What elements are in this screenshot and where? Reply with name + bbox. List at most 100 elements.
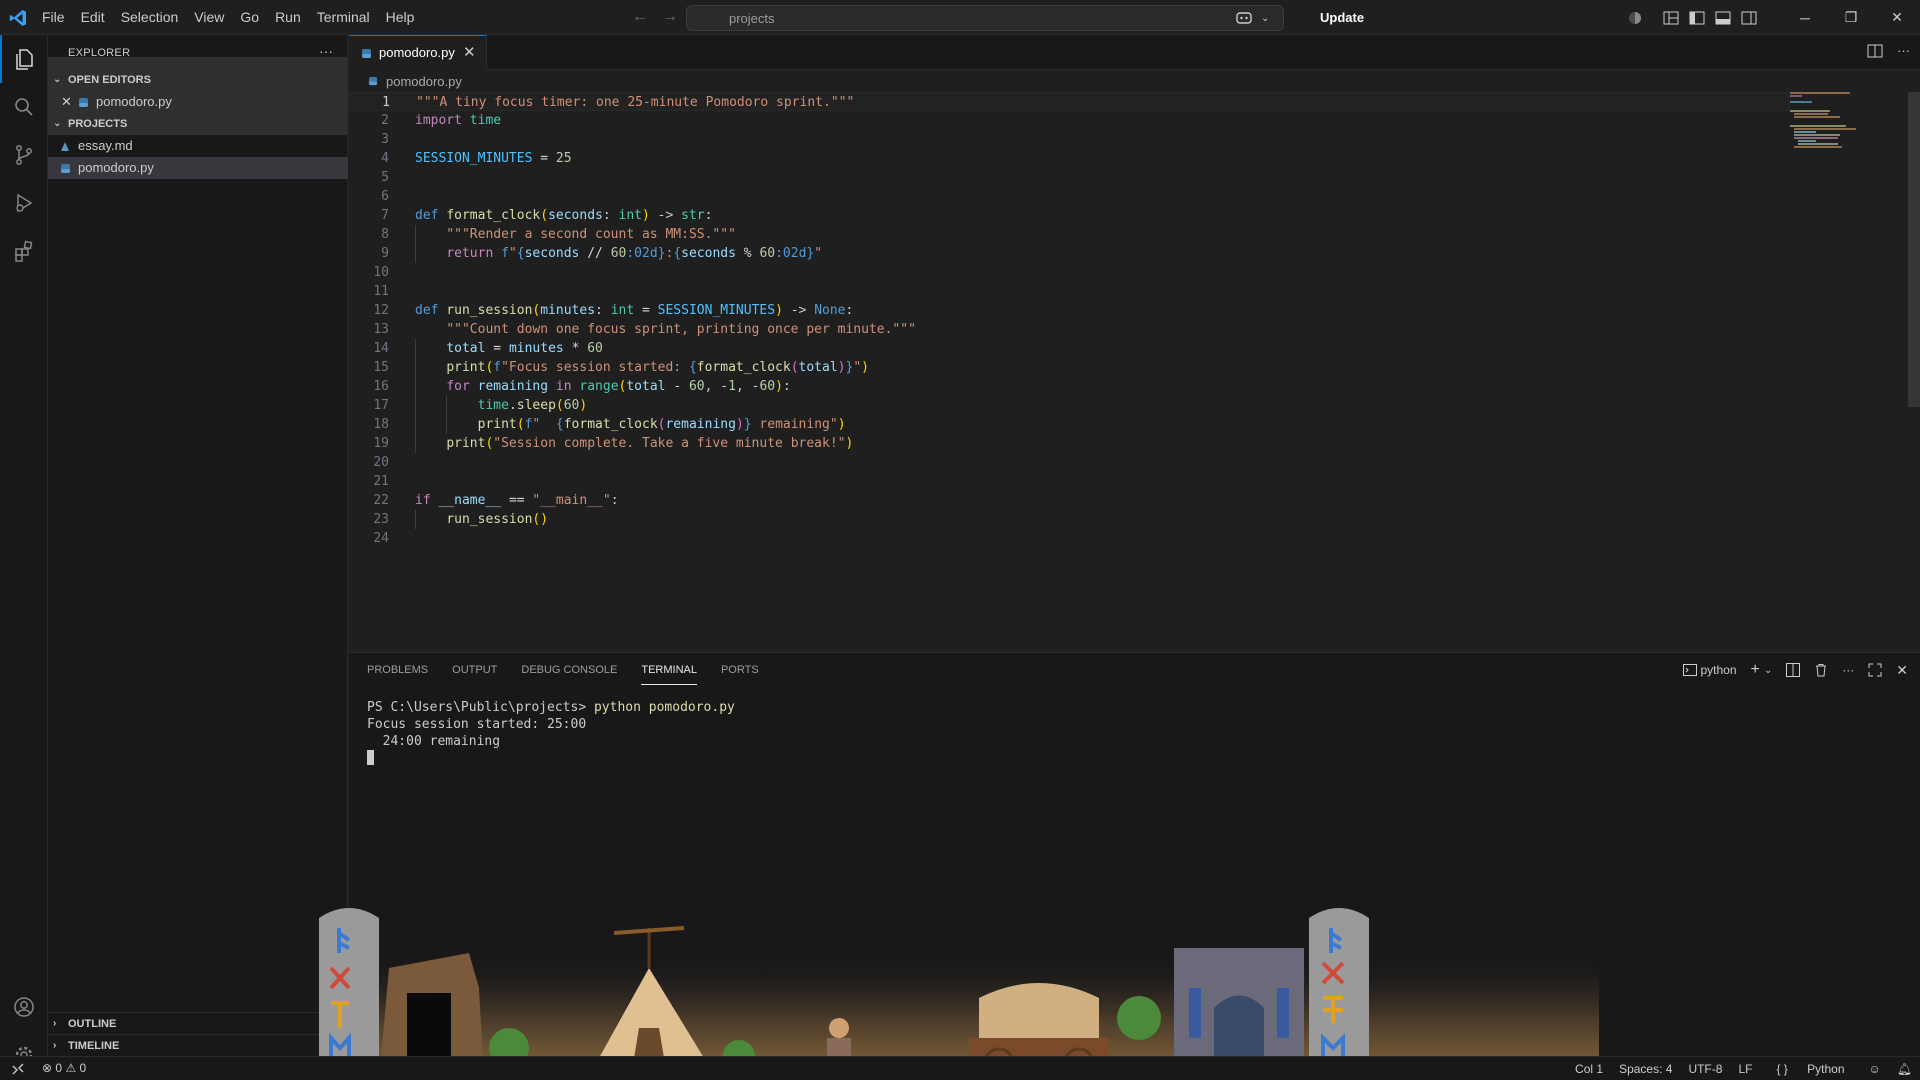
line-number: 3	[381, 132, 389, 147]
accounts-profile-icon[interactable]	[1622, 0, 1648, 35]
search-icon[interactable]	[0, 83, 48, 131]
run-debug-icon[interactable]	[0, 179, 48, 227]
terminal-line: PS C:\Users\Public\projects> python pomo…	[367, 699, 735, 716]
extensions-icon[interactable]	[0, 227, 48, 275]
tab-close-icon[interactable]: ✕	[463, 43, 476, 61]
accounts-icon[interactable]	[0, 983, 48, 1031]
terminal-output[interactable]: PS C:\Users\Public\projects> python pomo…	[367, 699, 735, 768]
line-number: 14	[373, 341, 389, 356]
split-terminal-icon[interactable]	[1786, 663, 1801, 677]
menu-go[interactable]: Go	[232, 0, 267, 35]
split-editor-icon[interactable]	[1867, 43, 1883, 59]
runestone-right	[1309, 908, 1369, 1080]
remote-indicator[interactable]	[0, 1057, 36, 1080]
editor-tabs: pomodoro.py ✕ ···	[349, 35, 1920, 70]
copilot-status-icon[interactable]: ☺	[1861, 1062, 1889, 1076]
editor-scrollbar[interactable]	[1908, 92, 1920, 407]
code-line: 2 import time	[349, 111, 1789, 130]
tab-debug-console[interactable]: DEBUG CONSOLE	[521, 653, 617, 688]
breadcrumb-item[interactable]: pomodoro.py	[386, 74, 462, 89]
line-number: 11	[373, 284, 389, 299]
code-line: 3	[349, 130, 1789, 149]
chevron-down-icon[interactable]: ⌄	[1261, 13, 1269, 24]
customize-layout-icon[interactable]	[1658, 0, 1684, 35]
line-number: 24	[373, 531, 389, 546]
notifications-bell-icon[interactable]: 🔔︎	[1889, 1062, 1920, 1076]
indentation[interactable]: Spaces: 4	[1611, 1062, 1680, 1076]
code-text: import time	[415, 113, 502, 128]
encoding[interactable]: UTF-8	[1680, 1062, 1730, 1076]
open-editor-label: pomodoro.py	[96, 94, 172, 109]
menu-selection[interactable]: Selection	[113, 0, 187, 35]
menu-view[interactable]: View	[186, 0, 232, 35]
open-editors-header[interactable]: ⌄ OPEN EDITORS	[48, 69, 348, 91]
command-center[interactable]: projects	[686, 5, 1284, 31]
language-mode[interactable]: { } Python	[1760, 1062, 1860, 1076]
line-number: 21	[373, 474, 389, 489]
timeline-header[interactable]: › TIMELINE	[48, 1034, 348, 1056]
minimize-button[interactable]: ─	[1782, 0, 1828, 35]
projects-header[interactable]: ⌄ PROJECTS	[48, 113, 348, 135]
menu-run[interactable]: Run	[267, 0, 309, 35]
copilot-icon[interactable]	[1235, 10, 1253, 26]
terminal-instance[interactable]: python	[1682, 663, 1737, 677]
line-number: 7	[381, 208, 389, 223]
close-icon[interactable]: ✕	[61, 91, 72, 113]
file-item-pomodoro[interactable]: pomodoro.py	[48, 157, 348, 179]
chevron-down-icon: ⌄	[53, 74, 62, 85]
code-line: 9 return f"{seconds // 60:02d}:{seconds …	[349, 244, 1789, 263]
line-number: 4	[381, 151, 389, 166]
more-actions-icon[interactable]: ···	[1842, 663, 1854, 677]
toggle-primary-sidebar-icon[interactable]	[1684, 0, 1710, 35]
code-line: 5	[349, 168, 1789, 187]
minimap[interactable]	[1790, 92, 1910, 152]
chevron-down-icon[interactable]: ⌄	[1764, 665, 1772, 676]
restore-button[interactable]: ❐	[1828, 0, 1874, 35]
trash-icon[interactable]	[1814, 663, 1828, 677]
terminal-cursor-line	[367, 750, 735, 768]
open-editor-item[interactable]: ✕ pomodoro.py	[48, 91, 348, 113]
code-line: 19 print("Session complete. Take a five …	[349, 434, 1789, 453]
more-actions-icon[interactable]: ···	[1897, 43, 1910, 59]
maximize-panel-icon[interactable]	[1868, 663, 1882, 677]
tab-pomodoro[interactable]: pomodoro.py ✕	[349, 35, 487, 70]
end-of-line[interactable]: LF	[1730, 1062, 1760, 1076]
copilot-menu[interactable]: ⌄	[1235, 6, 1285, 30]
editor-actions: ···	[1867, 43, 1910, 59]
code-text: total = minutes * 60	[446, 341, 603, 356]
tab-ports[interactable]: PORTS	[721, 653, 759, 688]
tab-problems[interactable]: PROBLEMS	[367, 653, 428, 688]
explorer-icon[interactable]	[0, 35, 48, 83]
close-window-button[interactable]: ✕	[1874, 0, 1920, 35]
source-control-icon[interactable]	[0, 131, 48, 179]
braces-icon: { }	[1776, 1061, 1792, 1076]
problems-indicator[interactable]: ⊗ 0 ⚠ 0	[42, 1061, 86, 1075]
tab-output[interactable]: OUTPUT	[452, 653, 497, 688]
file-item-essay[interactable]: essay.md	[48, 135, 348, 157]
toggle-panel-icon[interactable]	[1710, 0, 1736, 35]
code-text: """Render a second count as MM:SS."""	[446, 227, 736, 242]
forward-arrow-icon[interactable]: →	[662, 8, 678, 26]
cursor-position[interactable]: Col 1	[1567, 1062, 1611, 1076]
projects-label: PROJECTS	[68, 118, 128, 130]
line-number: 19	[373, 436, 389, 451]
menu-terminal[interactable]: Terminal	[309, 0, 378, 35]
toggle-secondary-sidebar-icon[interactable]	[1736, 0, 1762, 35]
code-line: 6	[349, 187, 1789, 206]
code-line: 4 SESSION_MINUTES = 25	[349, 149, 1789, 168]
code-text: run_session()	[446, 512, 549, 527]
update-button[interactable]: Update	[1310, 6, 1374, 30]
menu-help[interactable]: Help	[378, 0, 423, 35]
outline-header[interactable]: › OUTLINE	[48, 1012, 348, 1034]
close-panel-icon[interactable]: ✕	[1896, 662, 1908, 679]
menu-file[interactable]: File	[34, 0, 73, 35]
menu-edit[interactable]: Edit	[73, 0, 113, 35]
docstring: """A tiny focus timer: one 25-minute Pom…	[416, 95, 855, 110]
new-terminal-icon[interactable]: +	[1751, 661, 1760, 679]
tab-terminal[interactable]: TERMINAL	[641, 655, 697, 685]
line-number: 16	[373, 379, 389, 394]
back-arrow-icon[interactable]: ←	[632, 8, 648, 26]
code-text: print(f"Focus session started: {format_c…	[446, 360, 869, 375]
code-text: print(f" {format_clock(remaining)} remai…	[477, 417, 846, 432]
code-editor[interactable]: 1 """A tiny focus timer: one 25-minute Po…	[349, 92, 1920, 652]
